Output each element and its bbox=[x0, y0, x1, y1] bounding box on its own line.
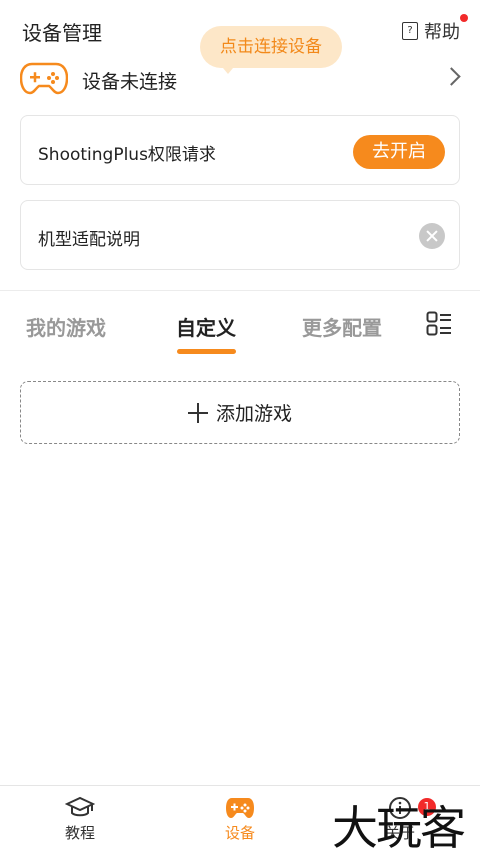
page-title: 设备管理 bbox=[22, 21, 102, 45]
permission-label: ShootingPlus权限请求 bbox=[38, 145, 216, 165]
permission-card: ShootingPlus权限请求 去开启 bbox=[20, 115, 460, 185]
active-tab-indicator bbox=[177, 349, 236, 354]
watermark: 大玩客 bbox=[332, 801, 466, 853]
nav-tutorial[interactable]: 教程 bbox=[40, 796, 120, 843]
gamepad-filled-icon bbox=[226, 798, 254, 818]
adapt-label: 机型适配说明 bbox=[38, 230, 140, 250]
gamepad-icon bbox=[20, 62, 68, 95]
help-icon: ? bbox=[402, 22, 418, 40]
add-game-label: 添加游戏 bbox=[215, 403, 292, 425]
game-tabs: 我的游戏 自定义 更多配置 bbox=[0, 300, 480, 356]
help-label: 帮助 bbox=[424, 22, 460, 43]
chevron-right-icon bbox=[442, 67, 461, 86]
tab-custom[interactable]: 自定义 bbox=[176, 312, 236, 341]
nav-device[interactable]: 设备 bbox=[200, 796, 280, 843]
nav-device-label: 设备 bbox=[224, 824, 255, 842]
nav-tutorial-label: 教程 bbox=[64, 824, 95, 842]
device-status-text: 设备未连接 bbox=[82, 71, 178, 93]
adapt-card[interactable]: 机型适配说明 bbox=[20, 200, 460, 270]
device-connection-row[interactable]: 设备未连接 bbox=[0, 56, 480, 104]
help-button[interactable]: ? 帮助 bbox=[402, 18, 460, 44]
notification-dot bbox=[460, 14, 468, 22]
list-view-icon[interactable] bbox=[426, 311, 452, 337]
add-game-button[interactable]: 添加游戏 bbox=[20, 381, 460, 444]
tab-my-games[interactable]: 我的游戏 bbox=[26, 312, 106, 341]
close-icon[interactable] bbox=[419, 223, 445, 249]
enable-permission-button[interactable]: 去开启 bbox=[353, 135, 445, 169]
section-divider bbox=[0, 290, 480, 291]
plus-icon bbox=[187, 402, 208, 423]
graduation-cap-icon bbox=[65, 796, 95, 817]
tab-more-config[interactable]: 更多配置 bbox=[302, 312, 382, 341]
